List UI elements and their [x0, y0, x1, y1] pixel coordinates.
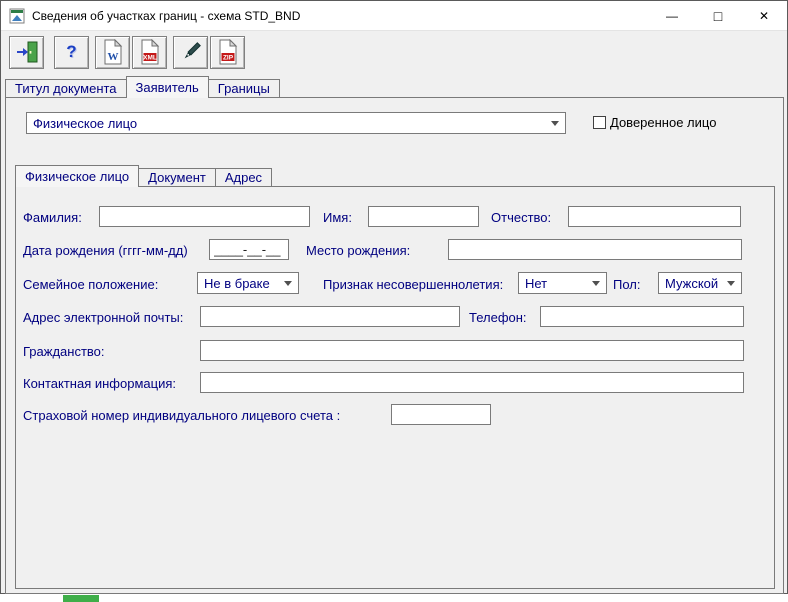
firstname-input[interactable]	[368, 206, 479, 227]
gender-value: Мужской	[659, 276, 721, 291]
title-bar[interactable]: Сведения об участках границ - схема STD_…	[1, 1, 787, 31]
marital-value: Не в браке	[198, 276, 278, 291]
birthdate-label: Дата рождения (гггг-мм-дд)	[23, 243, 188, 258]
tab-zayavitel[interactable]: Заявитель	[126, 76, 209, 98]
marital-label: Семейное положение:	[23, 277, 158, 292]
gender-select[interactable]: Мужской	[658, 272, 742, 294]
chevron-down-icon	[592, 281, 600, 286]
maximize-button[interactable]: □	[695, 1, 741, 30]
zip-doc-icon: ZIP	[217, 39, 239, 65]
snils-input[interactable]	[391, 404, 491, 425]
minimize-button[interactable]: —	[649, 1, 695, 30]
export-xml-button[interactable]: XML	[132, 36, 167, 69]
help-button[interactable]: ?	[54, 36, 89, 69]
word-doc-icon: W	[102, 39, 124, 65]
chevron-down-icon	[284, 281, 292, 286]
minor-label: Признак несовершеннолетия:	[323, 277, 503, 292]
question-icon: ?	[66, 42, 76, 62]
lastname-input[interactable]	[99, 206, 310, 227]
inner-tabbar: Физическое лицо Документ Адрес	[15, 165, 271, 187]
sign-button[interactable]	[173, 36, 208, 69]
window-title: Сведения об участках границ - схема STD_…	[32, 9, 300, 23]
chevron-down-icon	[551, 121, 559, 126]
email-label: Адрес электронной почты:	[23, 310, 183, 325]
applicant-type-value: Физическое лицо	[27, 116, 545, 131]
minor-select[interactable]: Нет	[518, 272, 607, 294]
word-badge: W	[107, 51, 118, 63]
firstname-label: Имя:	[323, 210, 352, 225]
tab-titul-dokumenta[interactable]: Титул документа	[5, 79, 127, 98]
snils-label: Страховой номер индивидуального лицевого…	[23, 408, 340, 423]
citizenship-input[interactable]	[200, 340, 744, 361]
gender-label: Пол:	[613, 277, 641, 292]
exit-button[interactable]	[9, 36, 44, 69]
trusted-person-checkbox[interactable]	[593, 116, 606, 129]
birthplace-input[interactable]	[448, 239, 742, 260]
subtab-fizicheskoe-litso[interactable]: Физическое лицо	[15, 165, 139, 187]
contact-info-input[interactable]	[200, 372, 744, 393]
applicant-type-select[interactable]: Физическое лицо	[26, 112, 566, 134]
middlename-input[interactable]	[568, 206, 741, 227]
pen-icon	[179, 40, 203, 64]
xml-badge: XML	[143, 55, 157, 62]
dialog-window: Сведения об участках границ - схема STD_…	[0, 0, 788, 594]
minor-value: Нет	[519, 276, 586, 291]
tab-granitsy[interactable]: Границы	[208, 79, 280, 98]
marital-select[interactable]: Не в браке	[197, 272, 299, 294]
export-word-button[interactable]: W	[95, 36, 130, 69]
close-button[interactable]: ✕	[741, 1, 787, 30]
phone-input[interactable]	[540, 306, 744, 327]
toolbar: ? W XML	[1, 32, 787, 72]
subtab-adres[interactable]: Адрес	[215, 168, 272, 187]
citizenship-label: Гражданство:	[23, 344, 105, 359]
birthplace-label: Место рождения:	[306, 243, 410, 258]
birthdate-input[interactable]	[209, 239, 289, 260]
export-zip-button[interactable]: ZIP	[210, 36, 245, 69]
trusted-person-label: Доверенное лицо	[610, 115, 716, 130]
app-icon	[9, 8, 25, 24]
phone-label: Телефон:	[469, 310, 527, 325]
window-controls: — □ ✕	[649, 1, 787, 30]
zip-badge: ZIP	[222, 55, 233, 62]
lastname-label: Фамилия:	[23, 210, 82, 225]
main-tabbar: Титул документа Заявитель Границы	[5, 76, 279, 98]
xml-doc-icon: XML	[139, 39, 161, 65]
subtab-dokument[interactable]: Документ	[138, 168, 216, 187]
chevron-down-icon	[727, 281, 735, 286]
email-input[interactable]	[200, 306, 460, 327]
door-exit-icon	[15, 40, 39, 64]
middlename-label: Отчество:	[491, 210, 551, 225]
contact-info-label: Контактная информация:	[23, 376, 176, 391]
background-green-fragment	[63, 595, 99, 602]
